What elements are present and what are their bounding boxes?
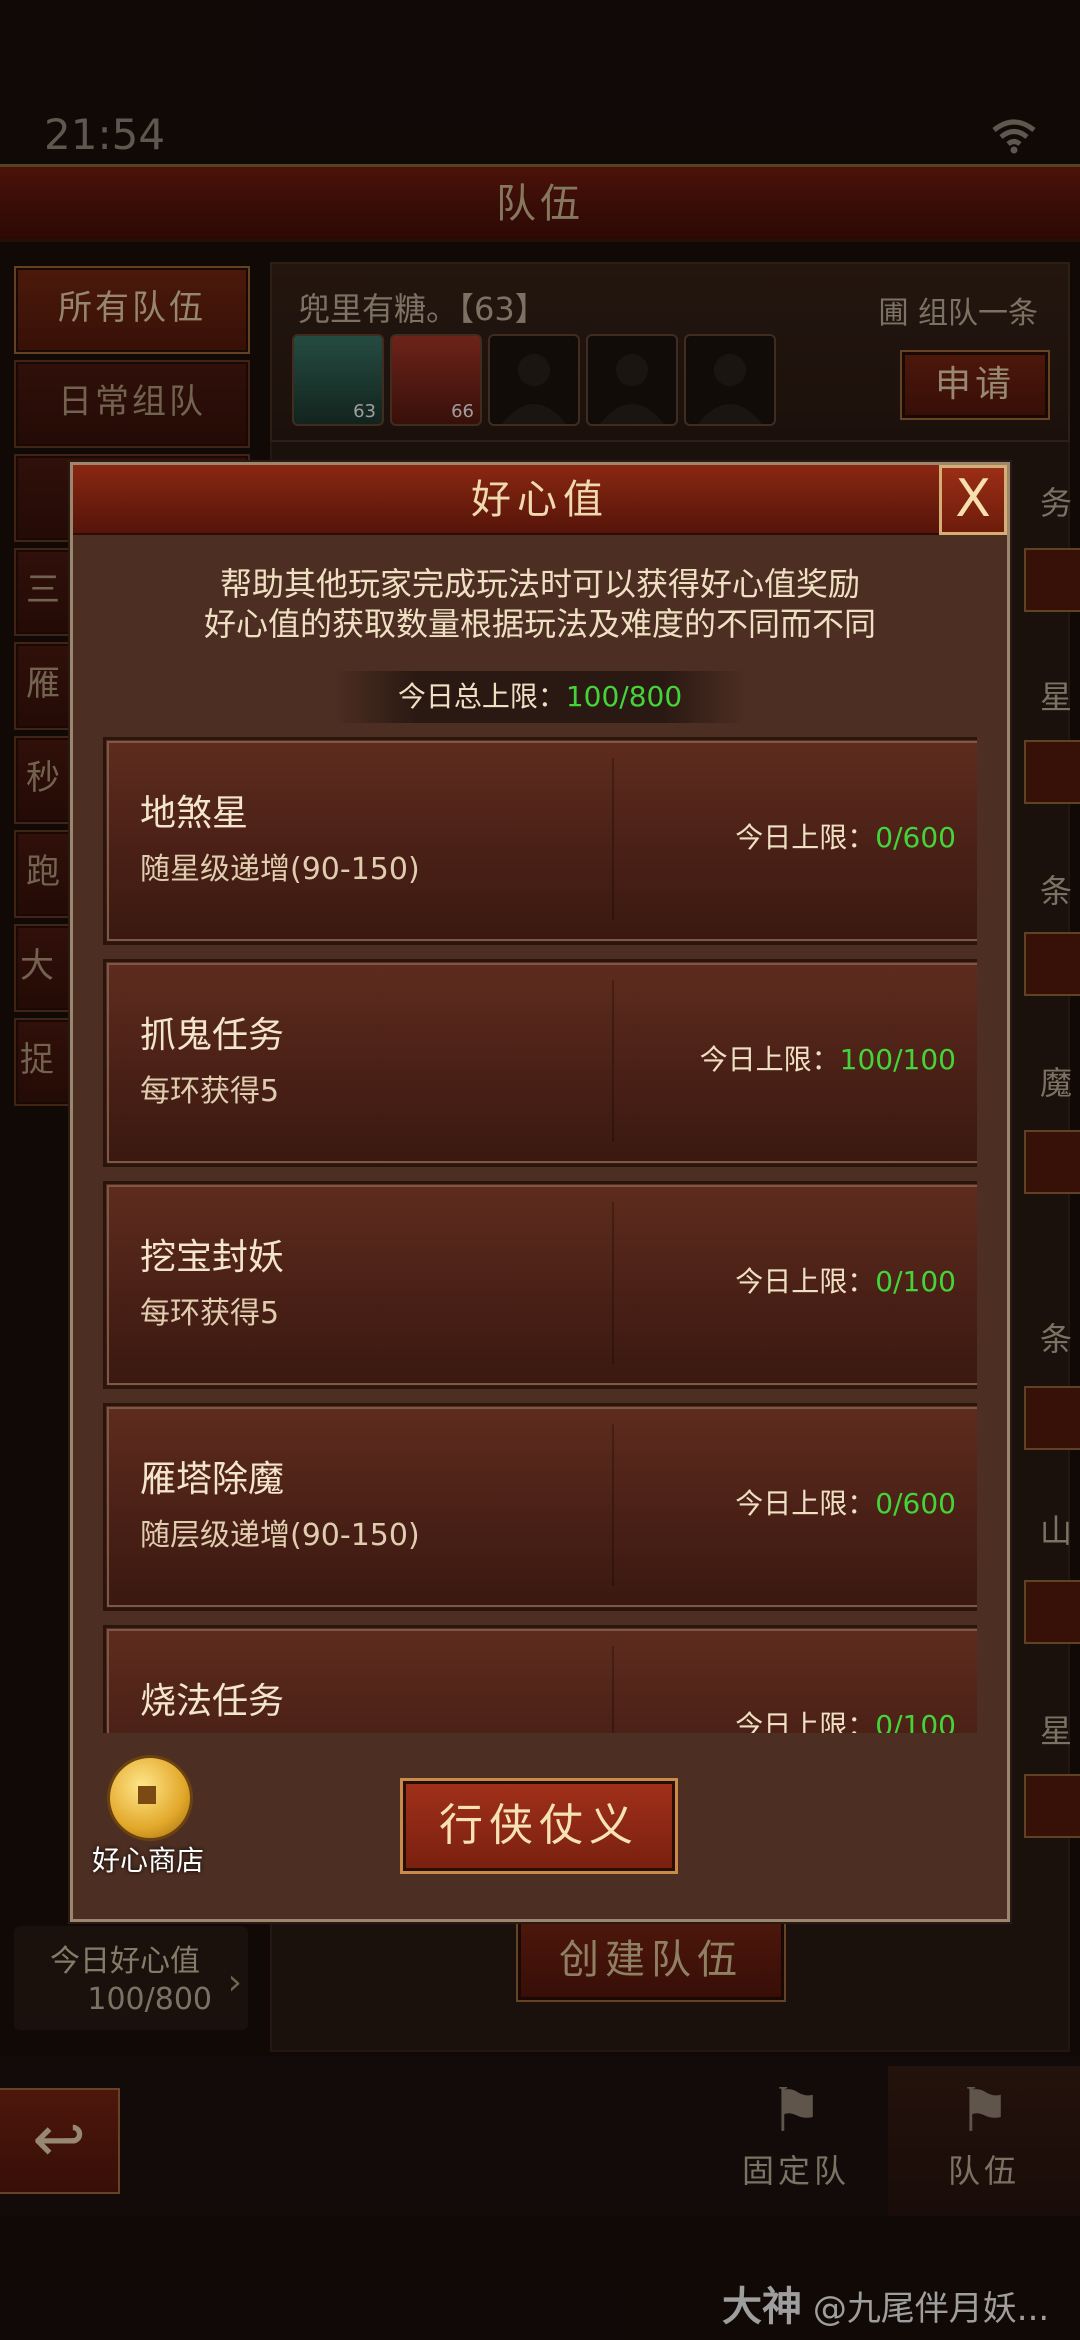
activity-cap: 今日上限：0/600 [735, 1487, 956, 1520]
activity-name: 挖宝封妖 [140, 1237, 285, 1278]
activity-cap-value: 0/600 [875, 821, 956, 854]
activity-rule: 随星级递增(90-150) [140, 852, 420, 887]
activity-cap-value: 100/100 [839, 1043, 956, 1076]
goodwill-shop-button[interactable]: 好心商店 [83, 1755, 213, 1885]
daily-total-limit: 今日总上限：100/800 [333, 671, 747, 723]
activity-rule: 每环获得5 [140, 1074, 280, 1109]
coin-icon [107, 1755, 193, 1841]
activity-card[interactable]: 地煞星 随星级递增(90-150) 今日上限：0/600 [103, 737, 977, 945]
activity-card[interactable]: 抓鬼任务 每环获得5 今日上限：100/100 [103, 959, 977, 1167]
goodwill-shop-label: 好心商店 [91, 1844, 204, 1877]
activity-name: 雁塔除魔 [140, 1459, 285, 1500]
activity-rule: 随层级递增(90-150) [140, 1518, 420, 1553]
activity-card[interactable]: 雁塔除魔 随层级递增(90-150) 今日上限：0/600 [103, 1403, 977, 1611]
activity-list[interactable]: 地煞星 随星级递增(90-150) 今日上限：0/600 抓鬼任务 每环获得5 … [103, 737, 977, 1733]
daily-total-label: 今日总上限： [397, 680, 566, 713]
activity-name: 地煞星 [140, 793, 249, 834]
dialog-title: 好心值 [73, 465, 1007, 535]
activity-name: 烧法任务 [140, 1681, 285, 1722]
activity-rule: 每环获得5 [140, 1296, 280, 1331]
activity-cap-value: 0/600 [875, 1487, 956, 1520]
activity-cap-value: 0/100 [875, 1709, 956, 1733]
activity-cap: 今日上限：0/600 [735, 821, 956, 854]
activity-cap: 今日上限：100/100 [699, 1043, 956, 1076]
intro-text-line2: 好心值的获取数量根据玩法及难度的不同而不同 [203, 605, 876, 643]
activity-card[interactable]: 烧法任务 今日上限：0/100 [103, 1625, 977, 1733]
goodwill-dialog: 好心值 X 帮助其他玩家完成玩法时可以获得好心值奖励 好心值的获取数量根据玩法及… [70, 462, 1010, 1922]
activity-card[interactable]: 挖宝封妖 每环获得5 今日上限：0/100 [103, 1181, 977, 1389]
activity-cap: 今日上限：0/100 [735, 1704, 956, 1733]
daily-total-value: 100/800 [565, 680, 683, 713]
activity-cap: 今日上限：0/100 [735, 1265, 956, 1298]
close-icon: X [955, 469, 991, 529]
xiaxia-button[interactable]: 行侠仗义 [400, 1778, 678, 1874]
activity-cap-value: 0/100 [875, 1265, 956, 1298]
activity-name: 抓鬼任务 [140, 1015, 285, 1056]
close-button[interactable]: X [939, 465, 1007, 535]
